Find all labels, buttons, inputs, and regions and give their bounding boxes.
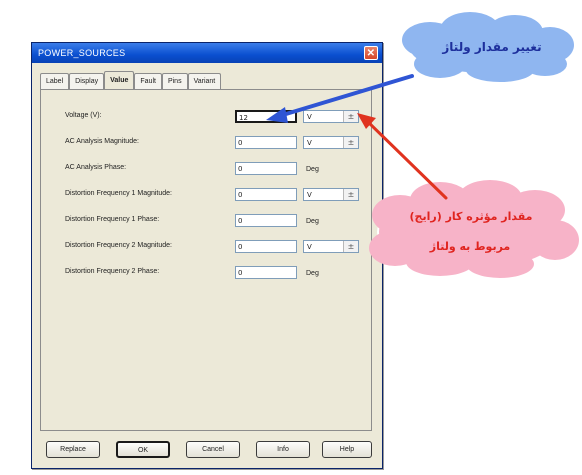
- red-arrow: [357, 113, 448, 200]
- annotation-overlay: [266, 12, 579, 278]
- top-cloud-text: تغییر مقدار ولتاژ: [442, 40, 542, 54]
- pink-cloud-shape: [369, 180, 579, 278]
- right-cloud-text-line2: مربوط به ولتاژ: [429, 240, 511, 253]
- right-cloud-text-line1: مقدار مؤثره کار (رایج): [409, 210, 533, 223]
- blue-arrow: [266, 74, 414, 123]
